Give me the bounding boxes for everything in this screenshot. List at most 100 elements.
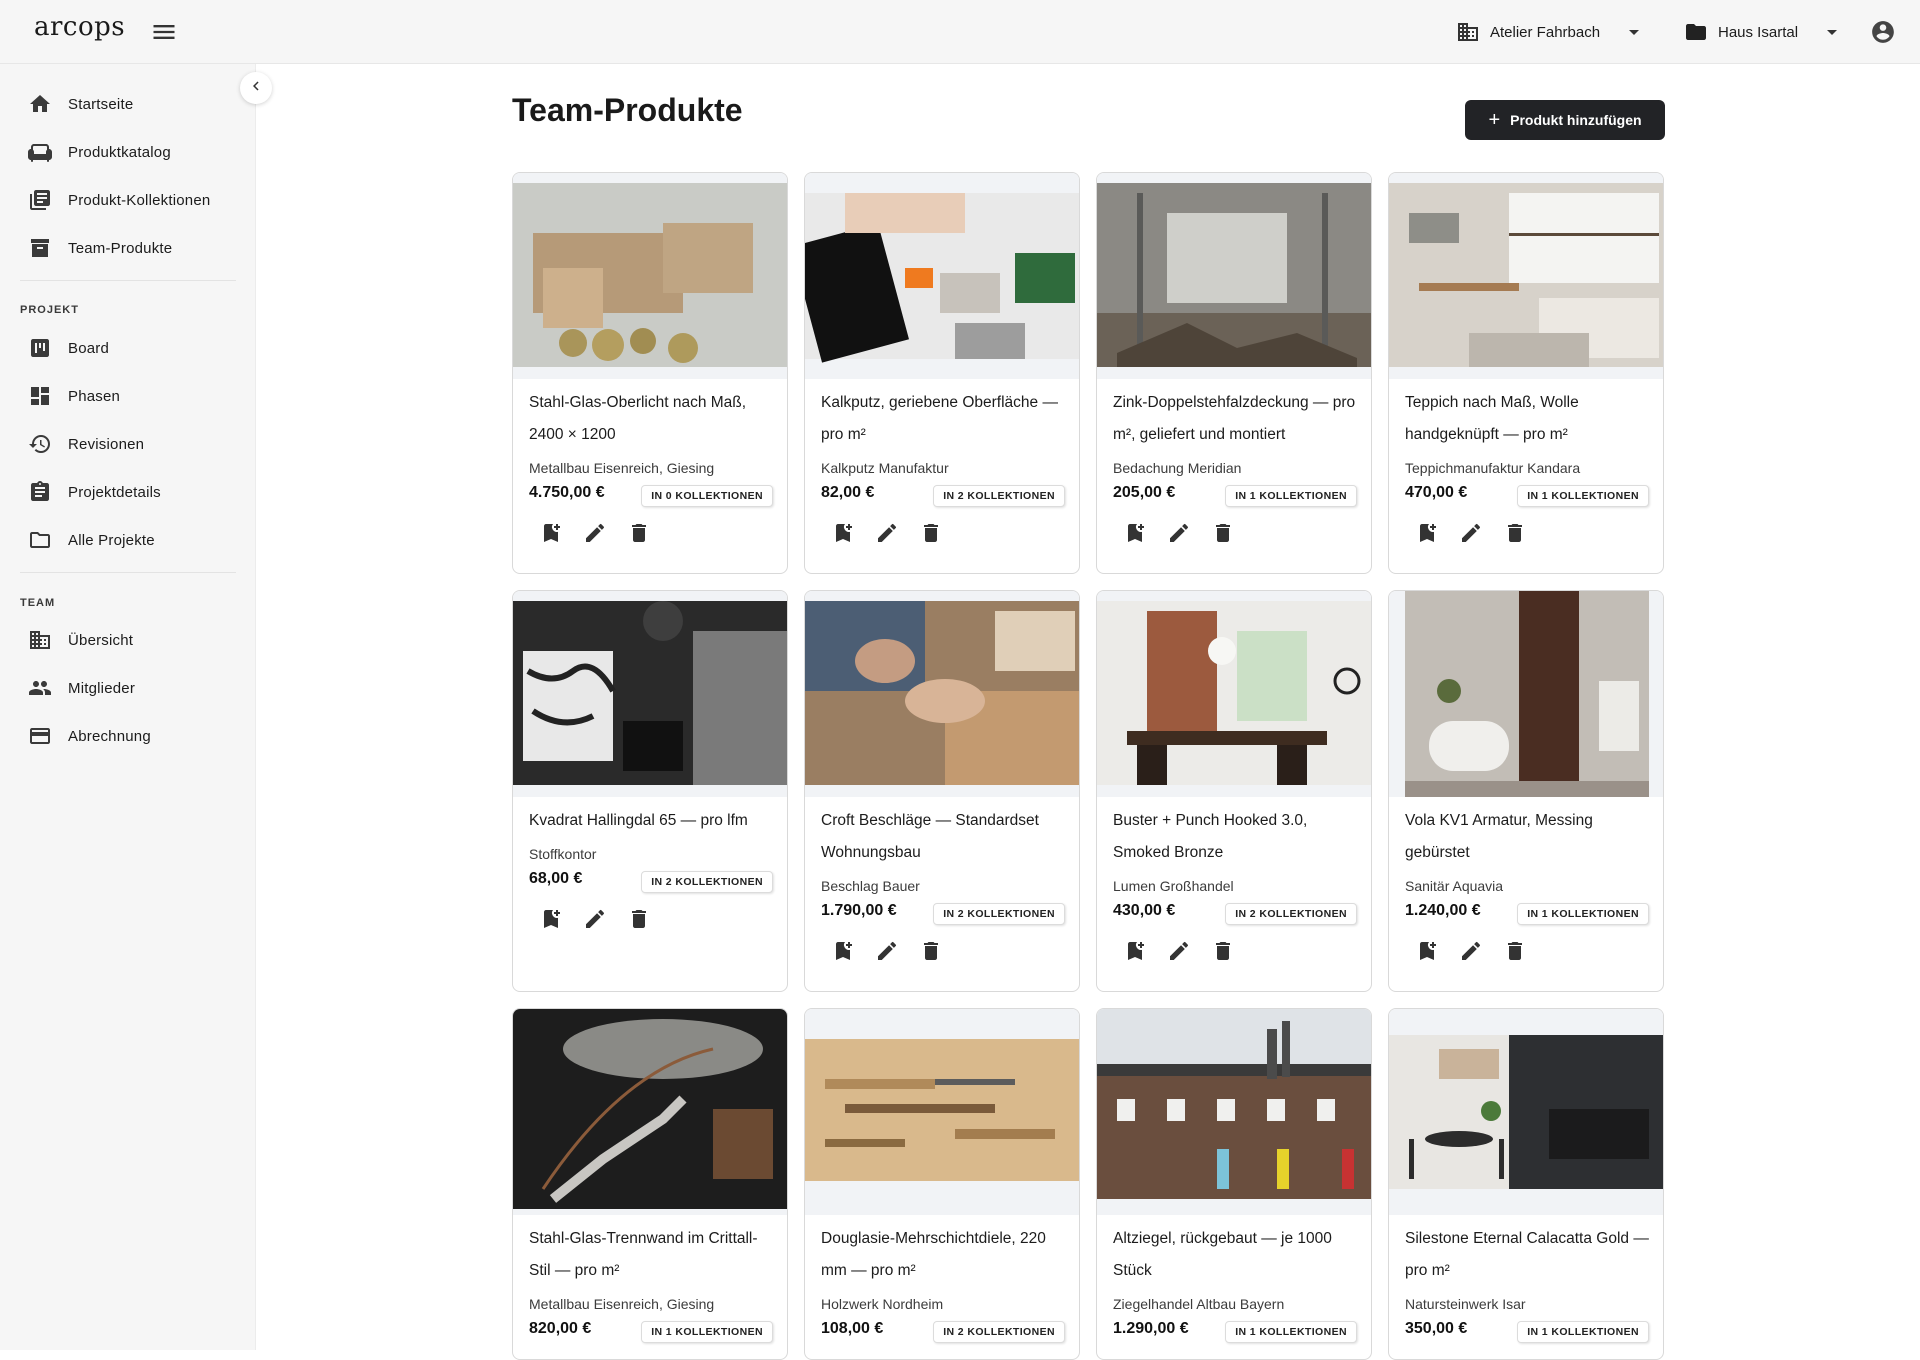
- sidebar-divider: [20, 572, 236, 573]
- delete-icon[interactable]: [627, 907, 651, 931]
- delete-icon[interactable]: [1211, 521, 1235, 545]
- product-card[interactable]: Douglasie-Mehrschichtdiele, 220 mm — pro…: [804, 1008, 1080, 1360]
- sidebar-item-team-produkte[interactable]: Team-Produkte: [0, 224, 256, 272]
- edit-icon[interactable]: [875, 939, 899, 963]
- collections-badge[interactable]: IN 2 KOLLEKTIONEN: [641, 871, 773, 893]
- product-card[interactable]: Kalkputz, geriebene Oberfläche — pro m² K…: [804, 172, 1080, 574]
- edit-icon[interactable]: [1167, 521, 1191, 545]
- product-card[interactable]: Croft Beschläge — Standardset Wohnungsba…: [804, 590, 1080, 992]
- sidebar: Startseite Produktkatalog Produkt-Kollek…: [0, 64, 256, 1350]
- product-vendor: Teppichmanufaktur Kandara: [1405, 460, 1581, 476]
- product-vendor: Beschlag Bauer: [821, 878, 920, 894]
- product-price: 108,00 €: [821, 1320, 884, 1337]
- sidebar-item-revisionen[interactable]: Revisionen: [0, 420, 256, 468]
- sidebar-item-board[interactable]: Board: [0, 324, 256, 372]
- product-card[interactable]: Teppich nach Maß, Wolle handgeknüpft — p…: [1388, 172, 1664, 574]
- collapse-sidebar-button[interactable]: [240, 72, 272, 104]
- collections-badge[interactable]: IN 2 KOLLEKTIONEN: [933, 485, 1065, 507]
- bookmark-add-icon[interactable]: [1123, 521, 1147, 545]
- collections-badge[interactable]: IN 1 KOLLEKTIONEN: [641, 1321, 773, 1343]
- bookmark-add-icon[interactable]: [831, 939, 855, 963]
- edit-icon[interactable]: [583, 521, 607, 545]
- product-image: [1097, 173, 1371, 379]
- bookmark-add-icon[interactable]: [1123, 939, 1147, 963]
- sidebar-item-produkt-kollektionen[interactable]: Produkt-Kollektionen: [0, 176, 256, 224]
- product-image: [1097, 591, 1371, 797]
- product-actions: [1415, 521, 1527, 545]
- add-product-label: Produkt hinzufügen: [1510, 112, 1642, 128]
- collections-badge[interactable]: IN 1 KOLLEKTIONEN: [1517, 903, 1649, 925]
- edit-icon[interactable]: [1459, 521, 1483, 545]
- product-price: 1.290,00 €: [1113, 1320, 1189, 1337]
- edit-icon[interactable]: [1459, 939, 1483, 963]
- organization-selector[interactable]: Atelier Fahrbach: [1456, 18, 1646, 46]
- product-card[interactable]: Stahl-Glas-Trennwand im Crittall-Stil — …: [512, 1008, 788, 1360]
- product-card[interactable]: Silestone Eternal Calacatta Gold — pro m…: [1388, 1008, 1664, 1360]
- folder-outline-icon: [28, 528, 52, 552]
- dashboard-icon: [28, 384, 52, 408]
- delete-icon[interactable]: [1503, 521, 1527, 545]
- account-icon[interactable]: [1870, 19, 1896, 45]
- sidebar-item-alle-projekte[interactable]: Alle Projekte: [0, 516, 256, 564]
- product-card[interactable]: Vola KV1 Armatur, Messing gebürstet Sanit…: [1388, 590, 1664, 992]
- section-title-projekt: PROJEKT: [20, 304, 79, 316]
- product-name: Altziegel, rückgebaut — je 1000 Stück: [1113, 1230, 1332, 1279]
- sidebar-item-label: Team-Produkte: [68, 239, 173, 257]
- collections-badge[interactable]: IN 1 KOLLEKTIONEN: [1225, 485, 1357, 507]
- sidebar-item-phasen[interactable]: Phasen: [0, 372, 256, 420]
- bookmark-add-icon[interactable]: [831, 521, 855, 545]
- delete-icon[interactable]: [919, 521, 943, 545]
- product-price: 68,00 €: [529, 870, 583, 887]
- edit-icon[interactable]: [875, 521, 899, 545]
- collections-badge[interactable]: IN 2 KOLLEKTIONEN: [933, 903, 1065, 925]
- delete-icon[interactable]: [919, 939, 943, 963]
- product-vendor: Natursteinwerk Isar: [1405, 1296, 1526, 1312]
- home-icon: [28, 92, 52, 116]
- collections-badge[interactable]: IN 1 KOLLEKTIONEN: [1225, 1321, 1357, 1343]
- product-name: Buster + Punch Hooked 3.0, Smoked Bronze: [1113, 812, 1308, 861]
- product-actions: [1123, 939, 1235, 963]
- sidebar-item-uebersicht[interactable]: Übersicht: [0, 616, 256, 664]
- sidebar-item-produktkatalog[interactable]: Produktkatalog: [0, 128, 256, 176]
- project-nav: Board Phasen Revisionen Projektdetails A…: [0, 324, 256, 564]
- collections-badge[interactable]: IN 1 KOLLEKTIONEN: [1517, 1321, 1649, 1343]
- building-icon: [1456, 20, 1480, 44]
- product-price: 820,00 €: [529, 1320, 592, 1337]
- collections-badge[interactable]: IN 2 KOLLEKTIONEN: [933, 1321, 1065, 1343]
- edit-icon[interactable]: [583, 907, 607, 931]
- product-actions: [831, 521, 943, 545]
- collections-badge[interactable]: IN 1 KOLLEKTIONEN: [1517, 485, 1649, 507]
- add-product-button[interactable]: + Produkt hinzufügen: [1465, 100, 1665, 140]
- delete-icon[interactable]: [1211, 939, 1235, 963]
- product-name: Vola KV1 Armatur, Messing gebürstet: [1405, 812, 1593, 861]
- menu-icon[interactable]: [150, 18, 178, 46]
- product-card[interactable]: Zink-Doppelstehfalzdeckung — pro m², gel…: [1096, 172, 1372, 574]
- project-selector[interactable]: Haus Isartal: [1684, 18, 1844, 46]
- product-card[interactable]: Stahl-Glas-Oberlicht nach Maß, 2400 × 12…: [512, 172, 788, 574]
- sidebar-item-mitglieder[interactable]: Mitglieder: [0, 664, 256, 712]
- sidebar-item-startseite[interactable]: Startseite: [0, 80, 256, 128]
- sidebar-item-label: Abrechnung: [68, 727, 151, 745]
- bookmark-add-icon[interactable]: [1415, 521, 1439, 545]
- sidebar-item-label: Übersicht: [68, 631, 134, 649]
- collections-badge[interactable]: IN 0 KOLLEKTIONEN: [641, 485, 773, 507]
- bookmark-add-icon[interactable]: [1415, 939, 1439, 963]
- product-name: Kalkputz, geriebene Oberfläche — pro m²: [821, 394, 1058, 443]
- app-logo[interactable]: arcops: [34, 12, 125, 42]
- product-price: 82,00 €: [821, 484, 875, 501]
- sidebar-item-abrechnung[interactable]: Abrechnung: [0, 712, 256, 760]
- sidebar-item-label: Alle Projekte: [68, 531, 155, 549]
- bookmark-add-icon[interactable]: [539, 907, 563, 931]
- sidebar-item-projektdetails[interactable]: Projektdetails: [0, 468, 256, 516]
- product-card[interactable]: Buster + Punch Hooked 3.0, Smoked Bronze…: [1096, 590, 1372, 992]
- collections-badge[interactable]: IN 2 KOLLEKTIONEN: [1225, 903, 1357, 925]
- product-card[interactable]: Altziegel, rückgebaut — je 1000 Stück Zie…: [1096, 1008, 1372, 1360]
- product-actions: [831, 939, 943, 963]
- bookmark-add-icon[interactable]: [539, 521, 563, 545]
- product-name: Zink-Doppelstehfalzdeckung — pro m², gel…: [1113, 394, 1356, 443]
- delete-icon[interactable]: [1503, 939, 1527, 963]
- sidebar-item-label: Produktkatalog: [68, 143, 171, 161]
- product-card[interactable]: Kvadrat Hallingdal 65 — pro lfm Stoffkont…: [512, 590, 788, 992]
- edit-icon[interactable]: [1167, 939, 1191, 963]
- delete-icon[interactable]: [627, 521, 651, 545]
